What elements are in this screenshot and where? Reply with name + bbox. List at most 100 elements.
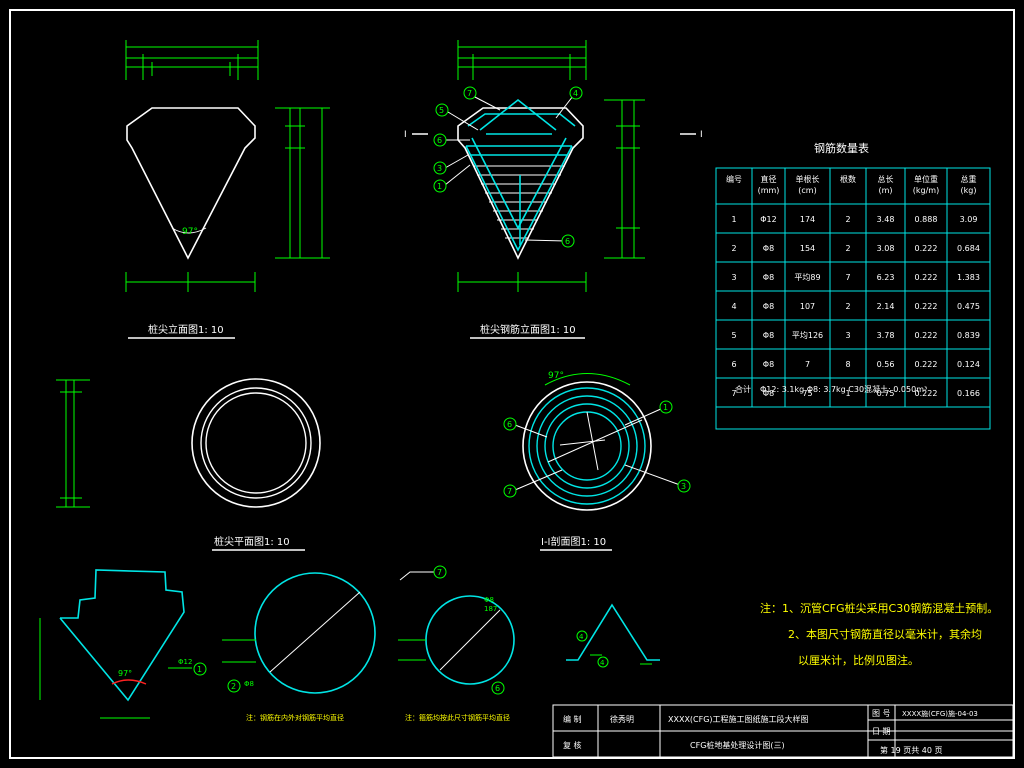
detail3-callout-b: 6 [495, 684, 500, 693]
plan-view-title: 桩尖平面图1: 10 [214, 535, 290, 548]
table-header-cell: (mm) [758, 186, 780, 195]
table-cell: 平均126 [792, 330, 823, 340]
table-header-cell: 根数 [840, 174, 856, 184]
front-bottom-dimension [125, 272, 256, 292]
rebar-elevation-leaders [444, 95, 574, 242]
detail3-note: 注：箍筋均按此尺寸钢筋平均直径 [405, 713, 510, 722]
detail-bent-bar: 97° 1 Φ12 [39, 569, 207, 719]
table-cell: 154 [800, 244, 815, 253]
tb-sheet-title: CFG桩地基处理设计图(三) [690, 740, 785, 750]
table-cell: 6.23 [877, 273, 895, 282]
plan-left-dimension [56, 379, 90, 508]
cad-drawing-canvas: 97° 桩尖立面图1: 10 7 4 5 6 3 1 6 I I 桩尖钢筋立面图… [9, 9, 1015, 759]
detail-triangle-bar: 4 4 [566, 603, 660, 668]
plan-view: 桩尖平面图1: 10 [56, 378, 321, 551]
table-cell: Φ12 [760, 215, 776, 224]
rebar-elevation-callouts: 7 4 5 6 3 1 6 [433, 86, 583, 248]
table-cell: Φ8 [763, 273, 774, 282]
table-cell: 0.222 [915, 360, 938, 369]
table-cell: 0.166 [957, 389, 980, 398]
rebar-view-title: 桩尖钢筋立面图1: 10 [480, 323, 576, 336]
table-header-cell: (cm) [798, 186, 816, 195]
svg-text:6: 6 [507, 420, 512, 429]
section-view-title: I-I剖面图1: 10 [541, 535, 606, 548]
detail4-callout-a: 4 [579, 633, 584, 641]
table-cell: 3 [731, 273, 736, 282]
note-line-3: 以厘米计，比例见图注。 [798, 653, 919, 667]
front-top-dimension [125, 40, 259, 80]
note-line-1: 注：1、沉管CFG桩尖采用C30钢筋混凝土预制。 [760, 601, 998, 615]
tb-sheet-count: 第 19 页共 40 页 [880, 745, 943, 755]
table-cell: 8 [845, 360, 850, 369]
svg-text:7: 7 [507, 487, 512, 496]
section-view: 97° 6 1 7 3 I-I剖面图1: 10 [503, 371, 691, 551]
detail2-dia: Φ8 [244, 680, 254, 688]
section-bracing [547, 411, 643, 471]
table-cell: 1.383 [957, 273, 980, 282]
svg-text:6: 6 [565, 237, 570, 246]
svg-text:3: 3 [437, 164, 442, 173]
detail3-len: 187 [484, 605, 497, 613]
svg-text:1: 1 [437, 182, 442, 191]
front-angle-label: 97° [182, 227, 198, 237]
table-cell: 6 [731, 360, 736, 369]
svg-text:6: 6 [437, 136, 442, 145]
table-cell: 174 [800, 215, 815, 224]
table-cell: 0.222 [915, 273, 938, 282]
table-cell: 0.839 [957, 331, 980, 340]
table-cell: 7 [845, 273, 850, 282]
tb-checked-label: 复 核 [563, 740, 582, 750]
table-cell: 3 [845, 331, 850, 340]
table-cell: 0.222 [915, 244, 938, 253]
general-notes: 注：1、沉管CFG桩尖采用C30钢筋混凝土预制。 2、本图尺寸钢筋直径以毫米计，… [760, 601, 998, 667]
table-cell: 2 [731, 244, 736, 253]
table-header-cell: 总长 [878, 174, 894, 184]
detail4-callout-b: 4 [600, 659, 605, 667]
drawing-border [9, 9, 1015, 759]
table-header-cell: (kg) [961, 186, 977, 195]
table-cell: 3.78 [877, 331, 895, 340]
table-cell: 2.14 [877, 302, 895, 311]
table-cell: 107 [800, 302, 815, 311]
front-elevation-view: 97° 桩尖立面图1: 10 [125, 40, 330, 339]
table-cell: Φ8 [763, 244, 774, 253]
tb-drawn-value: 徐秀明 [610, 714, 634, 724]
table-cell: 4 [731, 302, 736, 311]
rebar-right-dimension [604, 99, 645, 259]
tb-fig-no: XXXX施(CFG)施-04-03 [902, 709, 978, 718]
rebar-top-dimension [457, 40, 587, 80]
detail1-dimension [39, 618, 192, 719]
table-cell: 3.08 [877, 244, 895, 253]
rebar-table: 钢筋数量表 编号 直径 (mm) 单根长 (cm) 根数 总长 (m) 单位重 (kg/m) 总重 (… [715, 141, 991, 430]
table-cell: 2 [845, 244, 850, 253]
rebar-table-total-label: 合计 [735, 384, 751, 394]
table-cell: 平均89 [794, 272, 820, 282]
title-block-text: 编 制 徐秀明 复 核 XXXX(CFG)工程施工图纸施工段大样图 CFG桩地基… [563, 709, 978, 755]
tb-project: XXXX(CFG)工程施工图纸施工段大样图 [668, 714, 809, 724]
table-cell: 0.56 [877, 360, 895, 369]
table-cell: 0.475 [957, 302, 980, 311]
section-mark-right: I [700, 130, 703, 140]
detail-hoop-small: 7 Φ8 187 6 注：箍筋均按此尺寸钢筋平均直径 [398, 565, 515, 722]
section-mark-left: I [404, 130, 407, 140]
section-angle-label: 97° [548, 371, 564, 381]
svg-text:4: 4 [573, 89, 578, 98]
table-cell: 0.888 [915, 215, 938, 224]
table-cell: Φ8 [763, 302, 774, 311]
detail-angle: 97° [118, 669, 132, 678]
detail2-callout: 2 [231, 682, 236, 691]
table-cell: 0.222 [915, 302, 938, 311]
svg-text:1: 1 [663, 403, 668, 412]
tb-fig-label: 图 号 [872, 709, 891, 718]
table-header-cell: 单位重 [914, 174, 938, 184]
detail2-note: 注：钢筋在内外对钢筋平均直径 [246, 713, 344, 722]
tb-drawn-label: 编 制 [563, 714, 582, 724]
table-header-cell: 直径 [761, 174, 777, 184]
detail1-callout: 1 [197, 665, 202, 674]
note-line-2: 2、本图尺寸钢筋直径以毫米计，其余均 [788, 627, 982, 641]
table-header-cell: 总重 [961, 174, 977, 184]
tb-date-label: 日 期 [872, 727, 891, 736]
table-cell: 7 [805, 360, 810, 369]
rebar-table-title: 钢筋数量表 [814, 141, 869, 155]
table-cell: 0.684 [957, 244, 980, 253]
